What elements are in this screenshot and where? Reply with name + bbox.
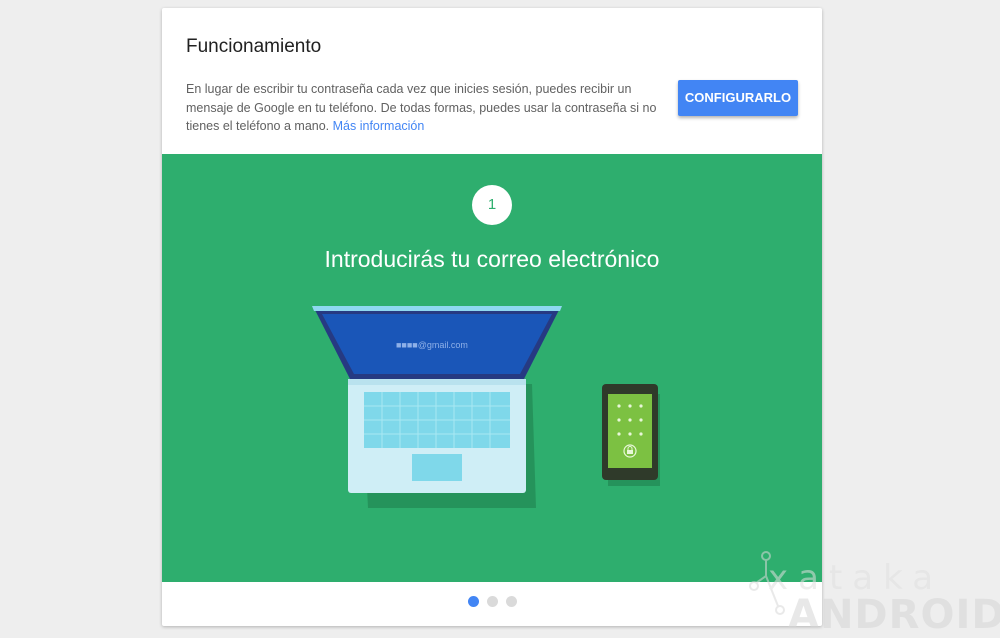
laptop-trackpad	[412, 454, 462, 481]
step-banner: 1 Introducirás tu correo electrónico ■■■…	[162, 154, 822, 582]
laptop-lid-edge	[312, 306, 562, 311]
carousel-dot-1[interactable]	[467, 596, 479, 607]
laptop-screen-email: ■■■■@gmail.com	[396, 340, 468, 350]
laptop-hinge	[348, 379, 526, 385]
watermark-bottom-text: ANDROID	[788, 592, 1000, 638]
carousel-dot-3[interactable]	[505, 596, 517, 607]
card-description: En lugar de escribir tu contraseña cada …	[186, 80, 664, 136]
configure-button[interactable]: CONFIGURARLO	[678, 80, 798, 116]
laptop-phone-illustration: ■■■■@gmail.com	[312, 306, 660, 508]
site-watermark: xataka ANDROID	[740, 548, 1000, 638]
more-info-link[interactable]: Más información	[333, 119, 425, 133]
carousel-dot-2[interactable]	[486, 596, 498, 607]
carousel-pagination	[162, 596, 822, 608]
card-title: Funcionamiento	[186, 36, 322, 57]
setup-card: Funcionamiento En lugar de escribir tu c…	[162, 8, 822, 626]
